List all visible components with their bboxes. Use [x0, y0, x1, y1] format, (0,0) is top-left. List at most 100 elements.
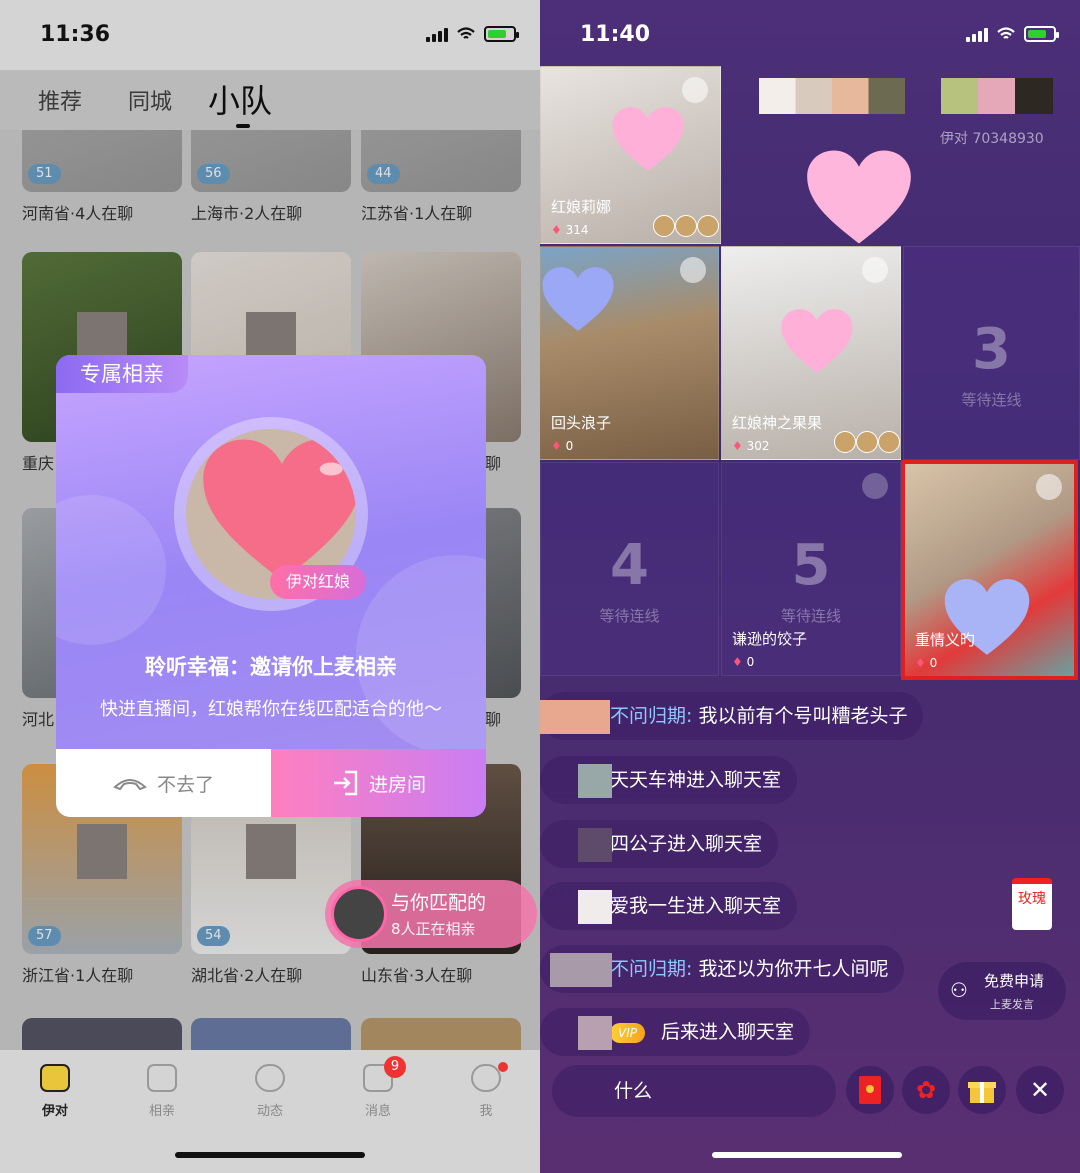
- seat-name: 回头浪子: [551, 414, 612, 432]
- home-indicator: [175, 1152, 365, 1158]
- chat-avatar: [550, 953, 612, 987]
- heart-sticker-icon: [807, 150, 911, 244]
- mic-seat-3[interactable]: 红娘神之果果 ♦ 302: [721, 246, 901, 460]
- nav-home-label: 伊对: [41, 1104, 68, 1119]
- mic-icon: [680, 257, 706, 283]
- rose-gift-card[interactable]: 玫瑰: [1012, 878, 1052, 930]
- chat-avatar: [578, 1016, 612, 1050]
- mic-icon: [862, 257, 888, 283]
- compass-icon: [255, 1064, 285, 1092]
- seat-score-value: 0: [746, 655, 755, 669]
- home-icon: [40, 1064, 70, 1092]
- host-area: [721, 66, 1080, 244]
- enter-room-button[interactable]: 进房间: [271, 749, 486, 817]
- seat-score-value: 302: [746, 439, 770, 453]
- nav-messages[interactable]: 9 消息: [338, 1056, 418, 1119]
- users-icon: ⚇: [950, 978, 968, 1002]
- apply-mic-button[interactable]: ⚇ 免费申请 上麦发言: [938, 962, 1066, 1020]
- seat-number: 5: [791, 533, 831, 598]
- mic-icon: [682, 77, 708, 103]
- mic-seat-empty-3[interactable]: 3 等待连线: [903, 246, 1080, 460]
- seat-score: ♦ 0: [915, 656, 937, 670]
- rose-icon: ♦: [551, 439, 566, 453]
- close-button[interactable]: ✕: [1016, 1066, 1064, 1114]
- chat-text: 天天车神进入聊天室: [610, 769, 782, 791]
- chat-username: 不问归期:: [610, 705, 693, 727]
- seat-name: 红娘莉娜: [551, 198, 612, 216]
- guest-avatar: [653, 215, 675, 237]
- apply-label: 免费申请: [984, 972, 1045, 990]
- wifi-icon: [997, 27, 1015, 39]
- left-screen: 11:36 推荐 同城 小队 51 河南省·4人在聊 56 上海市·2人在聊 4…: [0, 0, 540, 1173]
- nav-moments-label: 动态: [256, 1104, 283, 1119]
- chat-username: 不问归期:: [610, 958, 693, 980]
- vip-badge: VIP: [610, 1022, 645, 1043]
- close-icon: ✕: [1029, 1076, 1051, 1104]
- seat-status: 等待连线: [780, 607, 841, 625]
- chat-text: 爱我一生进入聊天室: [610, 895, 782, 917]
- seat-status: 等待连线: [599, 607, 660, 625]
- rose-button[interactable]: ✿: [902, 1066, 950, 1114]
- mic-muted-icon: [862, 473, 888, 499]
- mic-seat-1[interactable]: 红娘莉娜 ♦ 314: [540, 66, 721, 244]
- guest-avatar: [697, 215, 719, 237]
- guest-avatar: [834, 431, 856, 453]
- chat-message: 不问归期: 我还以为你开七人间呢: [540, 945, 905, 993]
- mic-seat-5[interactable]: 5 等待连线 谦逊的饺子 ♦ 0: [721, 462, 901, 676]
- nav-messages-label: 消息: [364, 1104, 391, 1119]
- nav-matchmaking[interactable]: 相亲: [122, 1064, 202, 1119]
- seat-score: ♦ 314: [551, 223, 588, 237]
- gift-button[interactable]: [958, 1066, 1006, 1114]
- chat-message: 四公子进入聊天室: [540, 820, 779, 868]
- seat-status: 等待连线: [961, 391, 1022, 409]
- wifi-icon: [457, 27, 475, 39]
- decline-button[interactable]: 不去了: [56, 749, 271, 817]
- screenshot-root: 11:36 推荐 同城 小队 51 河南省·4人在聊 56 上海市·2人在聊 4…: [0, 0, 1080, 1173]
- nav-profile[interactable]: 我: [446, 1062, 526, 1119]
- enter-icon: [333, 770, 358, 796]
- status-bar: 11:36: [0, 0, 540, 70]
- mic-seat-2[interactable]: 回头浪子 ♦ 0: [540, 246, 719, 460]
- seat-score-value: 0: [565, 439, 574, 453]
- signal-icon: [966, 26, 988, 42]
- hangup-icon: [113, 779, 147, 791]
- chat-message: 不问归期: 我以前有个号叫糟老头子: [540, 692, 924, 740]
- modal-title: 聆听幸福：邀请你上麦相亲: [145, 655, 397, 679]
- mic-seat-empty-4[interactable]: 4 等待连线: [540, 462, 719, 676]
- status-icons: [426, 26, 519, 42]
- enter-label: 进房间: [368, 773, 426, 796]
- matchmaking-invite-modal: 专属相亲 伊对红娘 聆听幸福：邀请你上麦相亲 快进直播间，红娘帮你在线匹配适合的…: [56, 355, 486, 817]
- video-icon: [147, 1064, 177, 1092]
- chat-avatar: [578, 890, 612, 924]
- seat-name: 谦逊的饺子: [732, 630, 808, 648]
- modal-subtitle: 快进直播间，红娘帮你在线匹配适合的他～: [100, 699, 442, 720]
- chat-text: 我还以为你开七人间呢: [698, 958, 889, 980]
- rose-icon: ♦: [732, 439, 747, 453]
- seat-number: 3: [972, 317, 1011, 382]
- modal-tag: 专属相亲: [56, 355, 188, 393]
- nav-profile-label: 我: [479, 1104, 493, 1119]
- chat-message: 爱我一生进入聊天室: [540, 882, 798, 930]
- status-icons: [966, 26, 1059, 42]
- profile-icon: [471, 1064, 501, 1092]
- rose-icon: ♦: [551, 223, 566, 237]
- notification-dot: [498, 1062, 508, 1072]
- mosaic-blur: [759, 78, 905, 114]
- seat-score: ♦ 302: [732, 439, 769, 453]
- heart-sticker-icon: [203, 439, 356, 581]
- status-time: 11:40: [580, 22, 651, 47]
- heart-sticker-icon: [781, 309, 853, 373]
- match-avatar: [331, 886, 387, 942]
- heart-sticker-icon: [542, 267, 614, 331]
- seat-score-value: 314: [565, 223, 589, 237]
- seat-number: 4: [610, 533, 649, 598]
- mic-seat-6-highlighted[interactable]: 重情义旳 ♦ 0: [901, 460, 1078, 680]
- heart-sticker-icon: [612, 107, 684, 171]
- match-notice[interactable]: 与你匹配的 8人正在相亲: [325, 880, 537, 948]
- nav-home[interactable]: 伊对: [15, 1064, 95, 1119]
- chat-input[interactable]: 什么: [552, 1065, 836, 1117]
- red-packet-button[interactable]: [846, 1066, 894, 1114]
- nav-moments[interactable]: 动态: [230, 1064, 310, 1119]
- apply-sublabel: 上麦发言: [990, 998, 1034, 1011]
- seat-score: ♦ 0: [551, 439, 573, 453]
